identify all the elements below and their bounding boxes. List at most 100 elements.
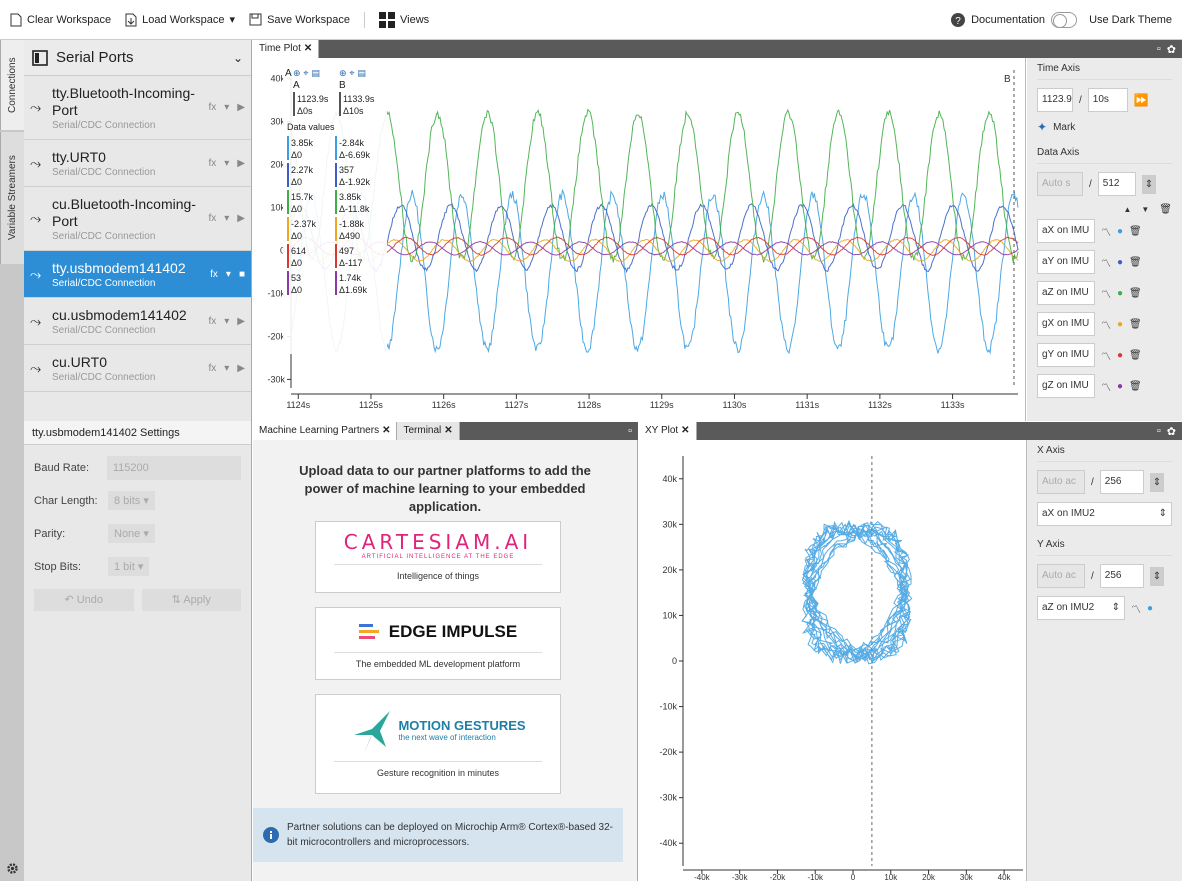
tab-time-plot[interactable]: Time Plot ✕: [253, 40, 320, 58]
y-auto-input[interactable]: Auto ac: [1037, 564, 1085, 588]
serial-ports-header[interactable]: Serial Ports ⌄: [24, 40, 251, 76]
port-item[interactable]: ⤳ cu.URT0 Serial/CDC Connection fx ▾ ▶: [24, 345, 251, 392]
port-item[interactable]: ⤳ tty.URT0 Serial/CDC Connection fx ▾ ▶: [24, 140, 251, 187]
move-down-icon[interactable]: ▼: [1141, 205, 1149, 214]
time-plot-chart[interactable]: 40k30k20k10k0-10k-20k-30k1124s 1125s 1126s…: [253, 58, 1026, 421]
time-plot-area[interactable]: 40k 30k 20k 10k 0 -10k -20k -30k 1124s 1125s 1126s…: [253, 58, 1026, 421]
function-icon[interactable]: fx: [208, 102, 216, 113]
color-drop-icon[interactable]: ●: [1117, 288, 1123, 299]
close-icon[interactable]: ✕: [444, 425, 452, 436]
color-drop-icon[interactable]: ●: [1117, 257, 1123, 268]
cursor-b-tools-icon[interactable]: ⊕ ⌖ ▤: [339, 69, 366, 79]
trash-icon[interactable]: 🗑: [1159, 204, 1172, 215]
views-button[interactable]: Views: [379, 11, 429, 28]
port-item[interactable]: ⤳ cu.Bluetooth-Incoming-Port Serial/CDC Co…: [24, 187, 251, 251]
line-chart-icon[interactable]: 〽: [1131, 601, 1141, 616]
xy-plot-chart[interactable]: 40k 30k 20k 10k 0 -10k -20k -30k -40k -40k -30k -20…: [639, 440, 1027, 881]
gear-icon[interactable]: [6, 862, 19, 875]
chevron-down-icon[interactable]: ▾: [224, 158, 229, 169]
trash-icon[interactable]: 🗑: [1129, 350, 1142, 361]
settings-gear-icon[interactable]: ✿: [1167, 425, 1176, 438]
y-series-select[interactable]: aZ on IMU2 ⇕: [1037, 596, 1125, 620]
tab-xy-plot[interactable]: XY Plot ✕: [639, 422, 697, 440]
function-icon[interactable]: fx: [210, 269, 218, 280]
line-chart-icon[interactable]: 〽: [1101, 255, 1111, 270]
color-drop-icon[interactable]: ●: [1117, 350, 1123, 361]
port-item[interactable]: ⤳ tty.Bluetooth-Incoming-Port Serial/CDC C…: [24, 76, 251, 140]
function-icon[interactable]: fx: [208, 213, 216, 224]
tab-variable-streamers[interactable]: Variable Streamers: [0, 132, 24, 264]
trash-icon[interactable]: 🗑: [1129, 319, 1142, 330]
trash-icon[interactable]: 🗑: [1129, 288, 1142, 299]
function-icon[interactable]: fx: [208, 363, 216, 374]
fast-forward-icon[interactable]: ⏩: [1134, 93, 1149, 107]
chevron-down-icon[interactable]: ▾: [224, 213, 229, 224]
line-chart-icon[interactable]: 〽: [1101, 317, 1111, 332]
series-select[interactable]: aZ on IMU: [1037, 281, 1095, 305]
load-workspace-button[interactable]: Load Workspace ▾: [125, 13, 235, 27]
series-select[interactable]: aY on IMU: [1037, 250, 1095, 274]
y-range-input[interactable]: 256: [1099, 564, 1144, 588]
data-range-input[interactable]: 512: [1097, 172, 1136, 196]
function-icon[interactable]: fx: [208, 316, 216, 327]
time-start-input[interactable]: 1123.9: [1037, 88, 1073, 112]
series-select[interactable]: gY on IMU: [1037, 343, 1095, 367]
maximize-icon[interactable]: ▫: [628, 425, 638, 437]
clear-workspace-button[interactable]: Clear Workspace: [10, 13, 111, 27]
close-icon[interactable]: ✕: [304, 43, 312, 54]
play-icon[interactable]: ▶: [237, 158, 245, 169]
tab-terminal[interactable]: Terminal ✕: [397, 422, 460, 440]
tab-ml-partners[interactable]: Machine Learning Partners ✕: [253, 422, 398, 440]
settings-gear-icon[interactable]: ✿: [1167, 43, 1176, 56]
play-icon[interactable]: ▶: [237, 102, 245, 113]
time-span-input[interactable]: 10s: [1087, 88, 1128, 112]
line-chart-icon[interactable]: 〽: [1101, 224, 1111, 239]
line-chart-icon[interactable]: 〽: [1101, 379, 1111, 394]
series-select[interactable]: gZ on IMU: [1037, 374, 1095, 398]
partner-card-edge-impulse[interactable]: EDGE IMPULSE The embedded ML development…: [315, 607, 561, 680]
color-drop-icon[interactable]: ●: [1147, 603, 1153, 614]
baud-rate-input[interactable]: 115200: [106, 455, 241, 480]
trash-icon[interactable]: 🗑: [1129, 226, 1142, 237]
stop-icon[interactable]: ■: [239, 269, 245, 280]
tab-connections[interactable]: Connections: [0, 40, 24, 130]
close-icon[interactable]: ✕: [382, 425, 390, 436]
line-chart-icon[interactable]: 〽: [1101, 286, 1111, 301]
chevron-down-icon[interactable]: ▾: [226, 269, 231, 280]
stop-bits-select[interactable]: 1 bit ▾: [108, 557, 150, 576]
chevron-down-icon[interactable]: ▾: [224, 363, 229, 374]
play-icon[interactable]: ▶: [237, 363, 245, 374]
apply-button[interactable]: ⇅ Apply: [141, 589, 241, 611]
play-icon[interactable]: ▶: [237, 213, 245, 224]
cursor-a-tools-icon[interactable]: ⊕ ⌖ ▤: [293, 69, 320, 79]
data-auto-input[interactable]: Auto s: [1037, 172, 1083, 196]
chevron-down-icon[interactable]: ⌄: [233, 51, 243, 65]
documentation-link[interactable]: Documentation: [971, 14, 1045, 26]
color-drop-icon[interactable]: ●: [1117, 319, 1123, 330]
help-icon[interactable]: ?: [951, 12, 966, 27]
color-drop-icon[interactable]: ●: [1117, 381, 1123, 392]
chevron-down-icon[interactable]: ▾: [224, 102, 229, 113]
stepper-icon[interactable]: ⇕: [1149, 472, 1165, 492]
x-range-input[interactable]: 256: [1099, 470, 1144, 494]
function-icon[interactable]: fx: [208, 158, 216, 169]
partner-card-cartesiam[interactable]: CARTESIAM.AI ARTIFICIAL INTELLIGENCE AT …: [315, 521, 561, 593]
port-item[interactable]: ⤳ cu.usbmodem141402 Serial/CDC Connection f…: [24, 298, 251, 345]
maximize-icon[interactable]: ▫: [1157, 43, 1161, 56]
trash-icon[interactable]: 🗑: [1129, 381, 1142, 392]
x-series-select[interactable]: aX on IMU2 ⇕: [1037, 502, 1172, 526]
maximize-icon[interactable]: ▫: [1157, 425, 1161, 438]
port-item[interactable]: ⤳ tty.usbmodem141402 Serial/CDC Connection…: [24, 251, 251, 298]
x-auto-input[interactable]: Auto ac: [1037, 470, 1085, 494]
series-select[interactable]: gX on IMU: [1037, 312, 1095, 336]
close-icon[interactable]: ✕: [681, 425, 689, 436]
dark-theme-toggle[interactable]: [1051, 11, 1078, 28]
stepper-icon[interactable]: ⇕: [1149, 566, 1165, 586]
partner-card-motion-gestures[interactable]: MOTION GESTURES the next wave of interac…: [315, 694, 561, 794]
mark-button[interactable]: ✦ Mark: [1037, 120, 1172, 134]
stepper-icon[interactable]: ⇕: [1141, 174, 1157, 194]
xy-plot-area[interactable]: 40k 30k 20k 10k 0 -10k -20k -30k -40k -40k -30k -20…: [639, 440, 1027, 881]
move-up-icon[interactable]: ▲: [1123, 205, 1131, 214]
chevron-down-icon[interactable]: ▾: [224, 316, 229, 327]
undo-button[interactable]: ↶ Undo: [34, 589, 134, 611]
